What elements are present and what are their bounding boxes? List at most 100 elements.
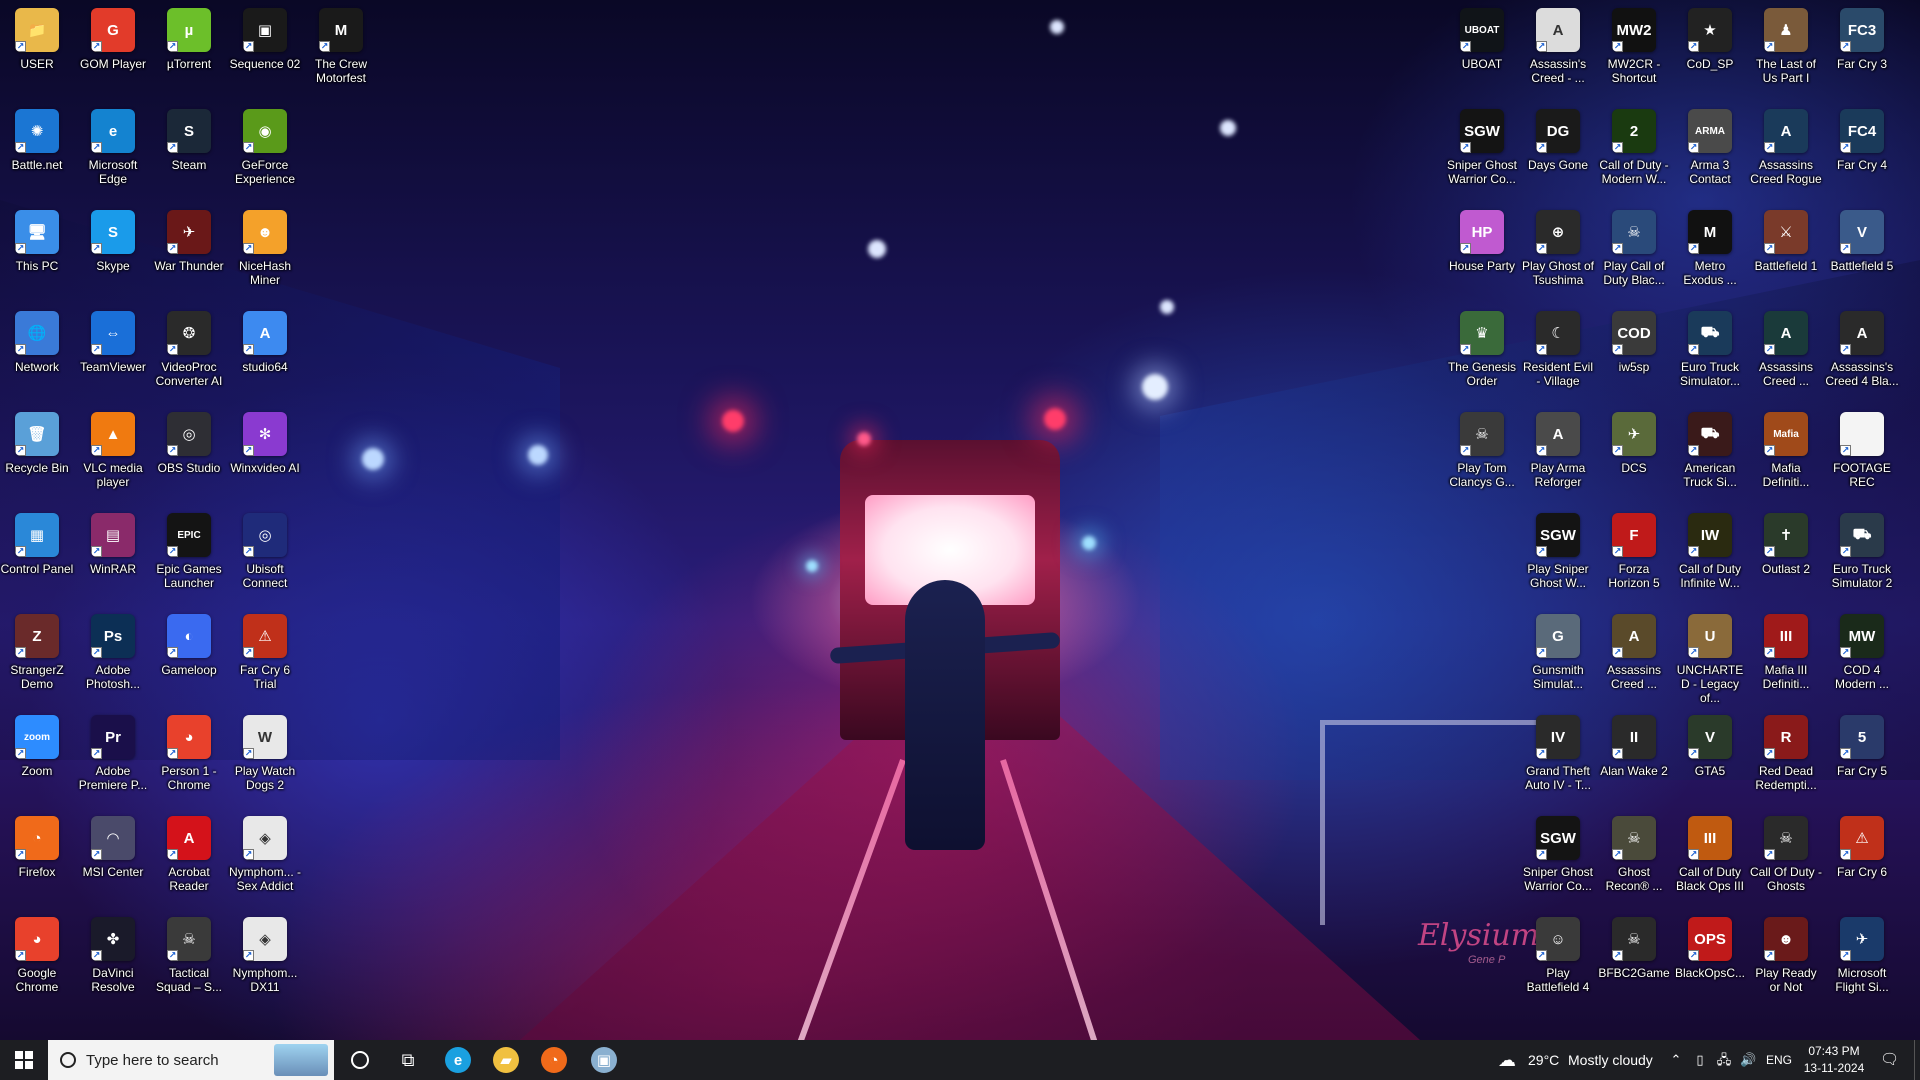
desktop-shortcut-msi-center[interactable]: ◠ ↗ MSI Center (76, 816, 150, 879)
cortana-button[interactable] (336, 1040, 384, 1080)
desktop-shortcut-assassins-s-creed-4-bla[interactable]: A ↗ Assassins's Creed 4 Bla... (1825, 311, 1899, 388)
desktop-shortcut-network[interactable]: 🌐 ↗ Network (0, 311, 74, 374)
desktop-shortcut-gunsmith-simulat[interactable]: G ↗ Gunsmith Simulat... (1521, 614, 1595, 691)
desktop-shortcut-this-pc[interactable]: 🖥 ↗ This PC (0, 210, 74, 273)
desktop-shortcut-play-call-of-duty-blac[interactable]: ☠ ↗ Play Call of Duty Blac... (1597, 210, 1671, 287)
desktop-shortcut-nymphom-sex-addict[interactable]: ◈ ↗ Nymphom... - Sex Addict (228, 816, 302, 893)
desktop-shortcut-cod-4-modern[interactable]: MW ↗ COD 4 Modern ... (1825, 614, 1899, 691)
desktop-shortcut-play-watch-dogs-2[interactable]: W ↗ Play Watch Dogs 2 (228, 715, 302, 792)
desktop-shortcut-acrobat-reader[interactable]: A ↗ Acrobat Reader (152, 816, 226, 893)
network-icon[interactable]: 🖧 (1716, 1052, 1732, 1068)
desktop-shortcut-alan-wake-2[interactable]: II ↗ Alan Wake 2 (1597, 715, 1671, 778)
desktop-shortcut-teamviewer[interactable]: ⇔ ↗ TeamViewer (76, 311, 150, 374)
desktop-shortcut-far-cry-5[interactable]: 5 ↗ Far Cry 5 (1825, 715, 1899, 778)
desktop-shortcut-far-cry-3[interactable]: FC3 ↗ Far Cry 3 (1825, 8, 1899, 71)
desktop-shortcut-adobe-photosh[interactable]: Ps ↗ Adobe Photosh... (76, 614, 150, 691)
taskbar-app-edge[interactable]: e (434, 1040, 482, 1080)
desktop-shortcut-assassin-s-creed[interactable]: A ↗ Assassin's Creed - ... (1521, 8, 1595, 85)
desktop-shortcut-google-chrome[interactable]: ◕ ↗ Google Chrome (0, 917, 74, 994)
desktop-shortcut-outlast-2[interactable]: ✝ ↗ Outlast 2 (1749, 513, 1823, 576)
desktop-shortcut-iw5sp[interactable]: COD ↗ iw5sp (1597, 311, 1671, 374)
desktop-shortcut-grand-theft-auto-iv-t[interactable]: IV ↗ Grand Theft Auto IV - T... (1521, 715, 1595, 792)
desktop-shortcut-microsoft-flight-si[interactable]: ✈ ↗ Microsoft Flight Si... (1825, 917, 1899, 994)
desktop-shortcut-forza-horizon-5[interactable]: F ↗ Forza Horizon 5 (1597, 513, 1671, 590)
desktop-shortcut-davinci-resolve[interactable]: ✤ ↗ DaVinci Resolve (76, 917, 150, 994)
desktop-shortcut-steam[interactable]: S ↗ Steam (152, 109, 226, 172)
desktop-shortcut-play-ghost-of-tsushima[interactable]: ⊕ ↗ Play Ghost of Tsushima (1521, 210, 1595, 287)
taskbar-clock[interactable]: 07:43 PM 13-11-2024 (1794, 1043, 1874, 1077)
desktop-shortcut-play-sniper-ghost-w[interactable]: SGW ↗ Play Sniper Ghost W... (1521, 513, 1595, 590)
desktop-shortcut-recycle-bin[interactable]: 🗑 ↗ Recycle Bin (0, 412, 74, 475)
desktop-shortcut-epic-games-launcher[interactable]: EPIC ↗ Epic Games Launcher (152, 513, 226, 590)
device-icon[interactable]: ▯ (1692, 1052, 1708, 1068)
show-desktop-button[interactable] (1914, 1040, 1920, 1080)
weather-temp[interactable]: 29°C (1528, 1040, 1559, 1080)
desktop-shortcut-torrent[interactable]: µ ↗ µTorrent (152, 8, 226, 71)
weather-icon[interactable]: ☁ (1498, 1051, 1516, 1069)
desktop-shortcut-gameloop[interactable]: ◐ ↗ Gameloop (152, 614, 226, 677)
desktop-shortcut-nymphom-dx11[interactable]: ◈ ↗ Nymphom... DX11 (228, 917, 302, 994)
desktop-shortcut-vlc-media-player[interactable]: ▲ ↗ VLC media player (76, 412, 150, 489)
desktop-shortcut-american-truck-si[interactable]: ⛟ ↗ American Truck Si... (1673, 412, 1747, 489)
desktop-shortcut-play-battlefield-4[interactable]: ☺ ↗ Play Battlefield 4 (1521, 917, 1595, 994)
desktop-shortcut-sequence-02[interactable]: ▣ ↗ Sequence 02 (228, 8, 302, 71)
desktop-shortcut-mafia-definiti[interactable]: Mafia ↗ Mafia Definiti... (1749, 412, 1823, 489)
taskbar-app-app[interactable]: ▣ (580, 1040, 628, 1080)
desktop-shortcut-videoproc-converter-ai[interactable]: ❂ ↗ VideoProc Converter AI (152, 311, 226, 388)
desktop-shortcut-winxvideo-ai[interactable]: ✻ ↗ Winxvideo AI (228, 412, 302, 475)
taskbar-app-file-explorer[interactable]: ▰ (482, 1040, 530, 1080)
desktop-shortcut-control-panel[interactable]: ▦ ↗ Control Panel (0, 513, 74, 576)
desktop-shortcut-firefox[interactable]: ◔ ↗ Firefox (0, 816, 74, 879)
desktop-shortcut-far-cry-6-trial[interactable]: ⚠ ↗ Far Cry 6 Trial (228, 614, 302, 691)
desktop-shortcut-the-last-of-us-part-i[interactable]: ♟ ↗ The Last of Us Part I (1749, 8, 1823, 85)
desktop-shortcut-gta5[interactable]: V ↗ GTA5 (1673, 715, 1747, 778)
taskbar-search-box[interactable]: Type here to search (48, 1040, 334, 1080)
desktop-shortcut-bfbc2game[interactable]: ☠ ↗ BFBC2Game (1597, 917, 1671, 980)
desktop-shortcut-ubisoft-connect[interactable]: ◎ ↗ Ubisoft Connect (228, 513, 302, 590)
desktop-shortcut-battlefield-1[interactable]: ⚔ ↗ Battlefield 1 (1749, 210, 1823, 273)
volume-icon[interactable]: 🔊 (1740, 1052, 1756, 1068)
desktop-shortcut-euro-truck-simulator-2[interactable]: ⛟ ↗ Euro Truck Simulator 2 (1825, 513, 1899, 590)
desktop-shortcut-mafia-iii-definiti[interactable]: III ↗ Mafia III Definiti... (1749, 614, 1823, 691)
desktop-shortcut-days-gone[interactable]: DG ↗ Days Gone (1521, 109, 1595, 172)
desktop-shortcut-studio64[interactable]: A ↗ studio64 (228, 311, 302, 374)
desktop-shortcut-zoom[interactable]: zoom ↗ Zoom (0, 715, 74, 778)
desktop-shortcut-dcs[interactable]: ✈ ↗ DCS (1597, 412, 1671, 475)
desktop-shortcut-call-of-duty-black-ops-iii[interactable]: III ↗ Call of Duty Black Ops III (1673, 816, 1747, 893)
desktop-shortcut-house-party[interactable]: HP ↗ House Party (1445, 210, 1519, 273)
task-view-button[interactable]: ⧉ (384, 1040, 432, 1080)
desktop-shortcut-sniper-ghost-warrior-co[interactable]: SGW ↗ Sniper Ghost Warrior Co... (1521, 816, 1595, 893)
desktop-shortcut-battlefield-5[interactable]: V ↗ Battlefield 5 (1825, 210, 1899, 273)
desktop-shortcut-the-crew-motorfest[interactable]: M ↗ The Crew Motorfest (304, 8, 378, 85)
desktop-shortcut-arma-3-contact[interactable]: ARMA ↗ Arma 3 Contact (1673, 109, 1747, 186)
desktop-shortcut-battle-net[interactable]: ✺ ↗ Battle.net (0, 109, 74, 172)
desktop-shortcut-ghost-recon[interactable]: ☠ ↗ Ghost Recon® ... (1597, 816, 1671, 893)
desktop-shortcut-winrar[interactable]: ▤ ↗ WinRAR (76, 513, 150, 576)
desktop-shortcut-euro-truck-simulator[interactable]: ⛟ ↗ Euro Truck Simulator... (1673, 311, 1747, 388)
show-hidden-icons-chevron-icon[interactable]: ⌃ (1668, 1052, 1684, 1068)
desktop-shortcut-sniper-ghost-warrior-co[interactable]: SGW ↗ Sniper Ghost Warrior Co... (1445, 109, 1519, 186)
language-indicator[interactable]: ENG (1766, 1040, 1792, 1080)
desktop-shortcut-blackopsc[interactable]: OPS ↗ BlackOpsC... (1673, 917, 1747, 980)
desktop-shortcut-cod-sp[interactable]: ★ ↗ CoD_SP (1673, 8, 1747, 71)
desktop-shortcut-mw2cr-shortcut[interactable]: MW2 ↗ MW2CR - Shortcut (1597, 8, 1671, 85)
desktop-shortcut-call-of-duty-ghosts[interactable]: ☠ ↗ Call Of Duty - Ghosts (1749, 816, 1823, 893)
desktop-shortcut-uncharted-legacy-of[interactable]: U ↗ UNCHARTED - Legacy of... (1673, 614, 1747, 705)
desktop-shortcut-tactical-squad-s[interactable]: ☠ ↗ Tactical Squad – S... (152, 917, 226, 994)
desktop-shortcut-adobe-premiere-p[interactable]: Pr ↗ Adobe Premiere P... (76, 715, 150, 792)
desktop-shortcut-red-dead-redempti[interactable]: R ↗ Red Dead Redempti... (1749, 715, 1823, 792)
desktop-shortcut-microsoft-edge[interactable]: e ↗ Microsoft Edge (76, 109, 150, 186)
desktop-shortcut-gom-player[interactable]: G ↗ GOM Player (76, 8, 150, 71)
desktop-shortcut-geforce-experience[interactable]: ◉ ↗ GeForce Experience (228, 109, 302, 186)
desktop-shortcut-call-of-duty-infinite-w[interactable]: IW ↗ Call of Duty Infinite W... (1673, 513, 1747, 590)
desktop-shortcut-play-ready-or-not[interactable]: ☻ ↗ Play Ready or Not (1749, 917, 1823, 994)
desktop-shortcut-resident-evil-village[interactable]: ☾ ↗ Resident Evil - Village (1521, 311, 1595, 388)
desktop-shortcut-user[interactable]: 📁 ↗ USER (0, 8, 74, 71)
desktop-shortcut-nicehash-miner[interactable]: ☻ ↗ NiceHash Miner (228, 210, 302, 287)
desktop-shortcut-assassins-creed-rogue[interactable]: A ↗ Assassins Creed Rogue (1749, 109, 1823, 186)
desktop-shortcut-far-cry-6[interactable]: ⚠ ↗ Far Cry 6 (1825, 816, 1899, 879)
desktop-shortcut-far-cry-4[interactable]: FC4 ↗ Far Cry 4 (1825, 109, 1899, 172)
weather-condition[interactable]: Mostly cloudy (1568, 1040, 1653, 1080)
desktop-shortcut-war-thunder[interactable]: ✈ ↗ War Thunder (152, 210, 226, 273)
desktop-shortcut-metro-exodus[interactable]: M ↗ Metro Exodus ... (1673, 210, 1747, 287)
